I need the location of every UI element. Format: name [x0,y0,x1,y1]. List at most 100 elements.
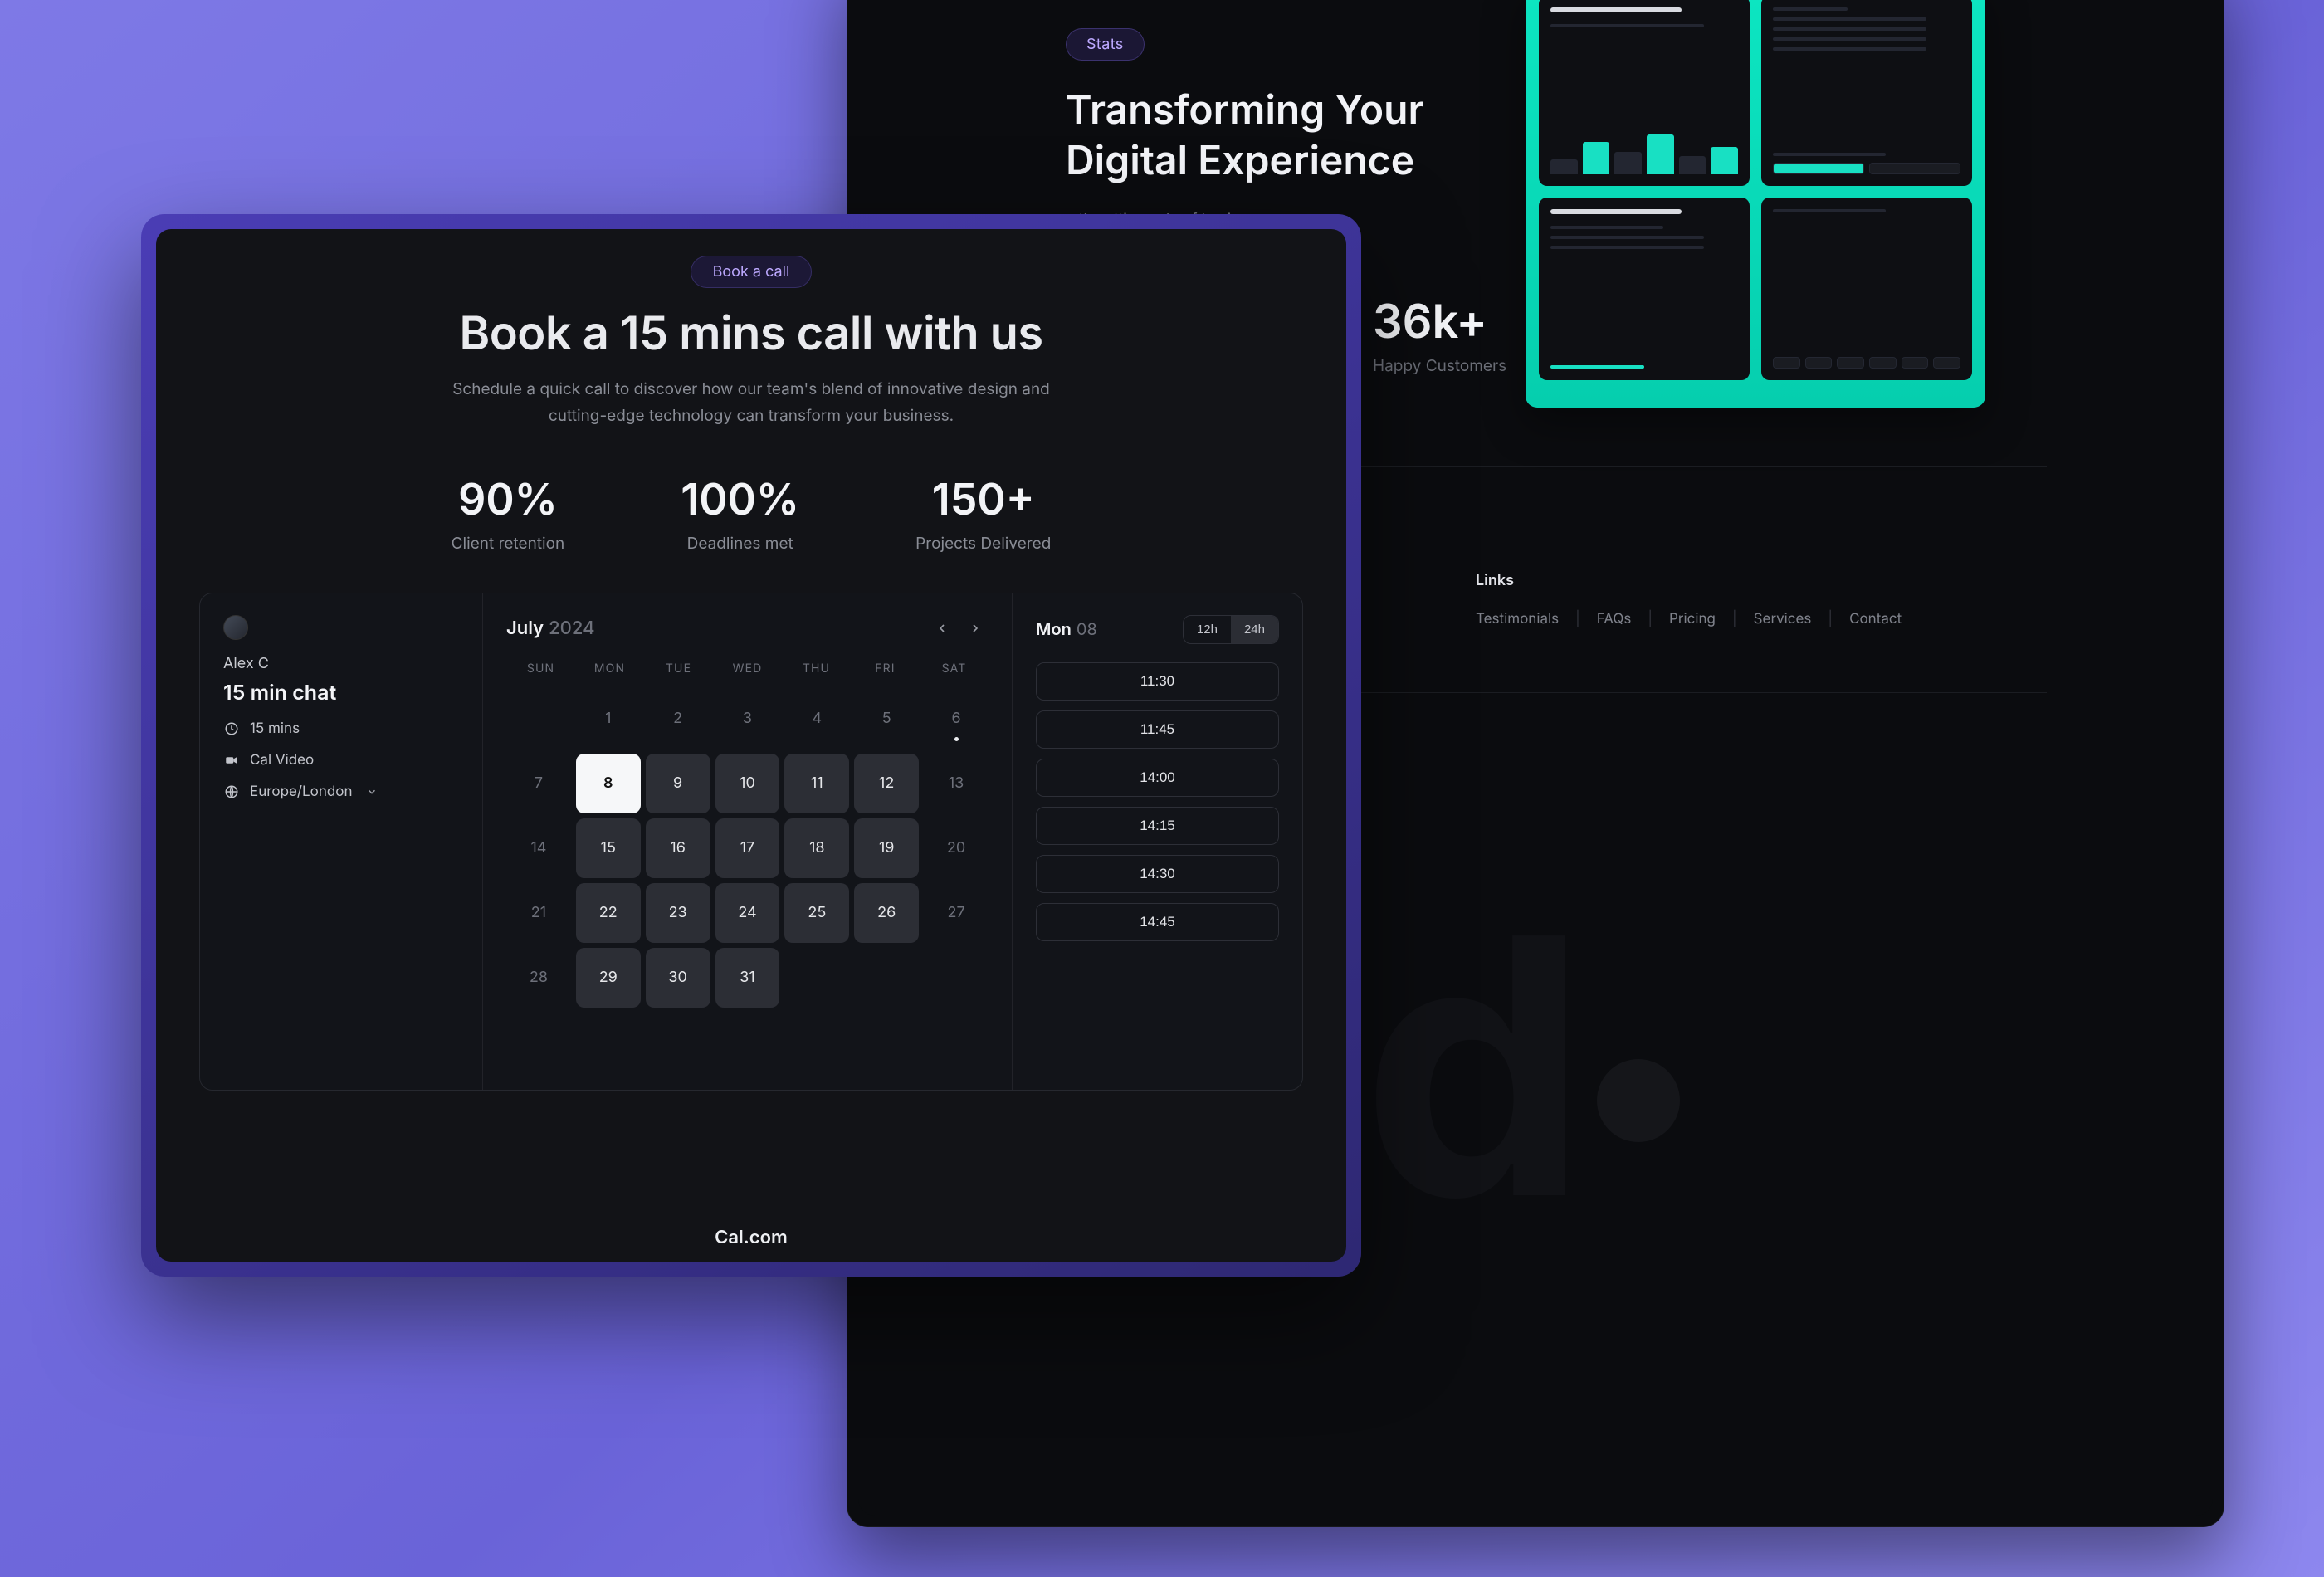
calendar-day-available[interactable]: 11 [784,754,849,813]
calendar-day-available[interactable]: 9 [646,754,710,813]
prev-month-button[interactable] [929,615,955,642]
timezone-text: Europe/London [250,784,353,800]
dow-tue: TUE [644,662,713,676]
scheduler-calendar-panel: July 2024 SUN MON TUE WED [482,593,1012,1090]
calendar-year: 2024 [549,618,594,639]
calendar-day: 5 [854,689,919,749]
time-format-toggle: 12h 24h [1183,615,1279,644]
calendar-day: 3 [715,689,780,749]
time-slot[interactable]: 14:45 [1036,903,1279,941]
duration-row: 15 mins [223,720,459,737]
scheduler-brand: Cal.com [156,1227,1346,1248]
chevron-down-icon [366,786,378,798]
calendar-day-available[interactable]: 31 [715,948,780,1008]
calendar-day-available[interactable]: 19 [854,818,919,878]
calendar-day-available[interactable]: 23 [646,883,710,943]
duration-text: 15 mins [250,720,300,737]
calendar-day: 14 [506,818,571,878]
calendar-day-available[interactable]: 25 [784,883,849,943]
footer-link-contact[interactable]: Contact [1849,611,1902,627]
kpi-deadlines-value: 100% [681,473,799,525]
selected-day-name: Mon [1036,619,1072,639]
footer-links-heading: Links [1476,572,2007,589]
kpi-deadlines-label: Deadlines met [681,534,799,553]
scheduler: Alex C 15 min chat 15 mins Cal Video [199,593,1303,1091]
mock-panel-1 [1539,0,1750,186]
product-mockup-frame [1526,0,1985,408]
happy-customers-label: Happy Customers [1373,356,1522,375]
booking-title: Book a 15 mins call with us [193,305,1310,361]
calendar-day: 2 [646,689,710,749]
format-12h-button[interactable]: 12h [1184,616,1231,643]
calendar-month: July [506,618,544,639]
calendar-nav [929,615,989,642]
time-slot[interactable]: 14:15 [1036,807,1279,845]
location-row: Cal Video [223,752,459,769]
kpi-projects-value: 150+ [915,473,1051,525]
stats-title-line1: Transforming Your [1066,85,1424,134]
dow-fri: FRI [851,662,920,676]
kpi-deadlines: 100% Deadlines met [681,473,799,553]
calendar-day: 7 [506,754,571,813]
dow-sat: SAT [920,662,989,676]
calendar-day: 28 [506,948,571,1008]
calendar-day [506,689,571,749]
happy-customers-block: 36k+ Happy Customers [1373,293,1522,375]
host-avatar [223,615,248,640]
calendar-day [854,948,919,1008]
calendar-day: 4 [784,689,849,749]
calendar-day-available[interactable]: 10 [715,754,780,813]
time-slots: 11:30 11:45 14:00 14:15 14:30 14:45 [1036,662,1279,941]
calendar-day-available[interactable]: 30 [646,948,710,1008]
happy-customers-value: 36k+ [1373,293,1522,349]
format-24h-button[interactable]: 24h [1231,616,1278,643]
calendar-day-available[interactable]: 12 [854,754,919,813]
stats-title-line2: Digital Experience [1066,135,1414,184]
dow-sun: SUN [506,662,575,676]
calendar-day-available[interactable]: 16 [646,818,710,878]
calendar-day: 20 [924,818,989,878]
clock-icon [223,720,240,737]
calendar-day: 27 [924,883,989,943]
calendar-day-available[interactable]: 29 [576,948,641,1008]
stats-pill: Stats [1066,28,1145,61]
next-month-button[interactable] [962,615,989,642]
footer-links-row: Testimonials| FAQs| Pricing| Services| C… [1476,611,2007,627]
scheduler-times-panel: Mon 08 12h 24h 11:30 11:45 14:00 14:15 1… [1012,593,1302,1090]
timezone-row[interactable]: Europe/London [223,784,459,800]
time-slot[interactable]: 11:45 [1036,710,1279,749]
booking-description: Schedule a quick call to discover how ou… [444,376,1058,430]
dow-thu: THU [782,662,851,676]
event-title: 15 min chat [223,681,459,706]
calendar-day-available[interactable]: 18 [784,818,849,878]
time-slot[interactable]: 14:30 [1036,855,1279,893]
scheduler-info-panel: Alex C 15 min chat 15 mins Cal Video [200,593,482,1090]
calendar-day-available[interactable]: 15 [576,818,641,878]
calendar-grid: 1 2 3 4 5 6 7 8 9 10 11 12 13 14 15 16 [506,689,989,1008]
time-slot[interactable]: 11:30 [1036,662,1279,701]
footer-link-testimonials[interactable]: Testimonials [1476,611,1559,627]
stats-title: Transforming Your Digital Experience [1066,84,1514,186]
calendar-dow-row: SUN MON TUE WED THU FRI SAT [506,662,989,676]
time-slot[interactable]: 14:00 [1036,759,1279,797]
watermark-dot-icon [1597,1059,1680,1142]
calendar-day-available[interactable]: 17 [715,818,780,878]
booking-inner: Book a call Book a 15 mins call with us … [156,229,1346,1262]
globe-icon [223,784,240,800]
calendar-day-selected[interactable]: 8 [576,754,641,813]
selected-day-number: 08 [1077,619,1097,639]
footer-link-pricing[interactable]: Pricing [1669,611,1716,627]
kpi-projects-label: Projects Delivered [915,534,1051,553]
calendar-day-available[interactable]: 22 [576,883,641,943]
footer-link-services[interactable]: Services [1754,611,1812,627]
kpi-retention: 90% Client retention [452,473,565,553]
host-name: Alex C [223,655,459,672]
video-icon [223,752,240,769]
footer-link-faqs[interactable]: FAQs [1597,611,1632,627]
calendar-day-available[interactable]: 24 [715,883,780,943]
booking-kpis: 90% Client retention 100% Deadlines met … [193,473,1310,553]
calendar-day-available[interactable]: 26 [854,883,919,943]
kpi-retention-value: 90% [452,473,565,525]
footer-links-section: Links Testimonials| FAQs| Pricing| Servi… [1476,572,2007,627]
calendar-day: 21 [506,883,571,943]
